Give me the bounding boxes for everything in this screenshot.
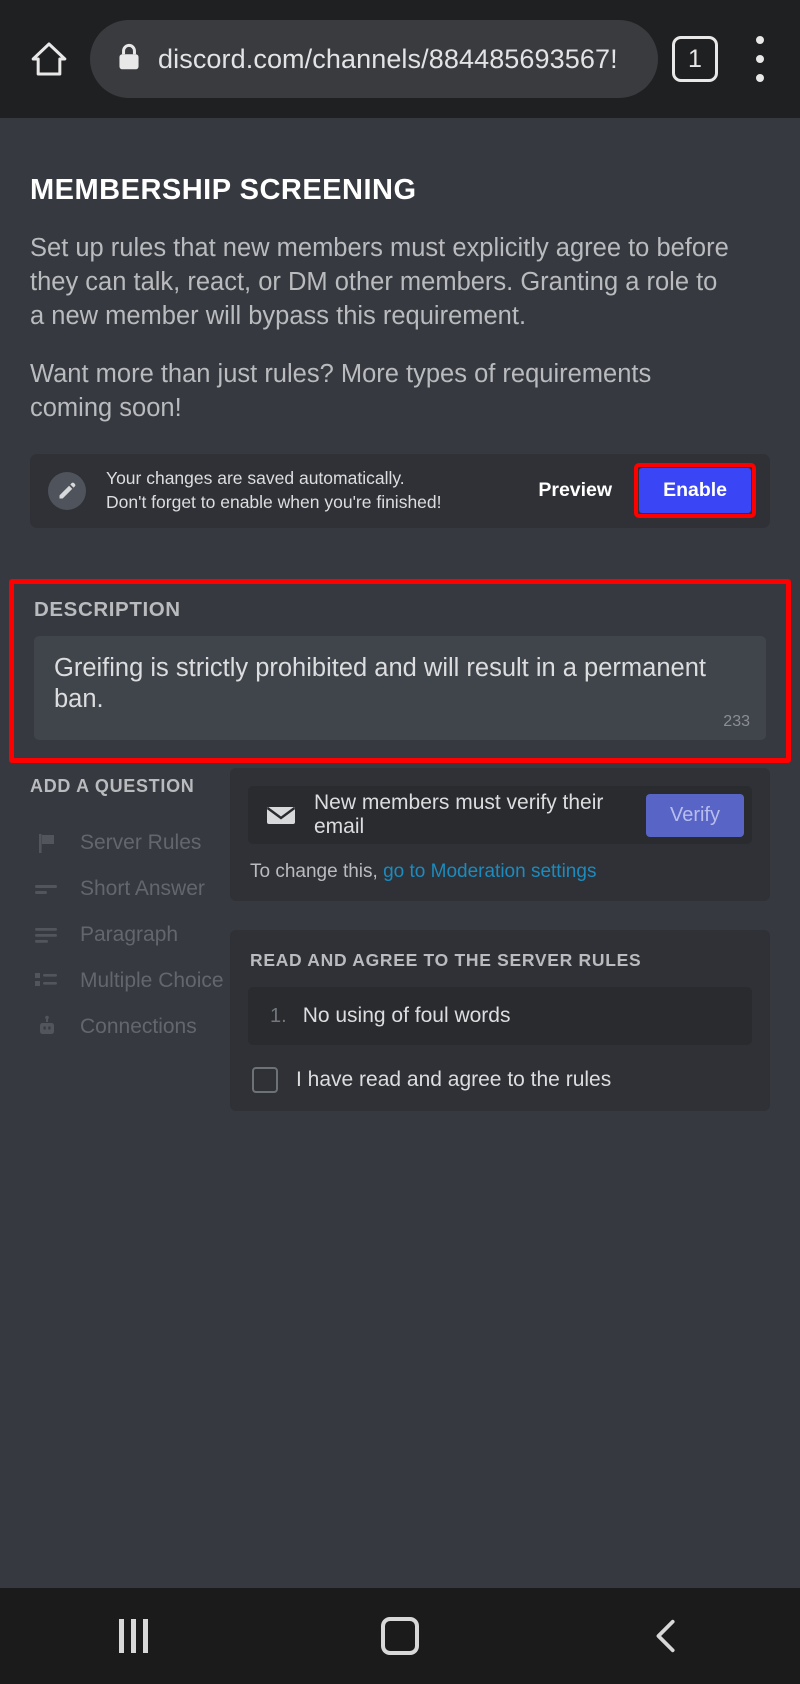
browser-toolbar: discord.com/channels/884485693567! 1 (0, 0, 800, 118)
list-icon (30, 968, 64, 994)
android-navigation-bar (0, 1588, 800, 1684)
recents-bar (130, 1619, 136, 1653)
moderation-settings-link[interactable]: go to Moderation settings (383, 861, 596, 882)
sidebar-item-server-rules[interactable]: Server Rules (30, 820, 230, 866)
browser-menu-button[interactable] (738, 31, 782, 87)
description-input[interactable]: Greifing is strictly prohibited and will… (34, 636, 766, 740)
save-notice-text: Your changes are saved automatically. Do… (106, 467, 538, 515)
robot-icon (30, 1014, 64, 1040)
email-verification-card: New members must verify their email Veri… (230, 768, 770, 901)
sidebar-item-label: Multiple Choice (80, 969, 224, 992)
rule-row: 1. No using of foul words (248, 987, 752, 1045)
moderation-settings-line: To change this, go to Moderation setting… (248, 861, 752, 883)
sidebar-item-short-answer[interactable]: Short Answer (30, 866, 230, 912)
phone-screen: discord.com/channels/884485693567! 1 MEM… (0, 0, 800, 1684)
email-requirement-label: New members must verify their email (314, 791, 604, 838)
recents-icon (118, 1619, 148, 1653)
back-chevron-icon (656, 1619, 675, 1653)
sidebar-item-paragraph[interactable]: Paragraph (30, 912, 230, 958)
save-notice-line2: Don't forget to enable when you're finis… (106, 491, 442, 512)
short-answer-icon (30, 876, 64, 902)
rule-number: 1. (270, 1004, 287, 1027)
preview-button[interactable]: Preview (538, 479, 612, 502)
home-icon (31, 42, 67, 76)
flag-icon (30, 830, 64, 856)
page-description-1: Set up rules that new members must expli… (30, 234, 729, 330)
url-text: discord.com/channels/884485693567! (158, 43, 618, 74)
enable-button-highlight: Enable (634, 463, 756, 519)
home-square-icon (380, 1617, 419, 1655)
address-bar[interactable]: discord.com/channels/884485693567! (90, 20, 658, 98)
settings-page: MEMBERSHIP SCREENING Set up rules that n… (0, 118, 800, 1588)
sidebar-item-label: Connections (80, 1015, 197, 1038)
page-title: MEMBERSHIP SCREENING (30, 174, 417, 206)
sidebar-item-multiple-choice[interactable]: Multiple Choice (30, 958, 230, 1004)
tab-counter-button[interactable]: 1 (672, 36, 718, 82)
agree-checkbox[interactable] (252, 1067, 278, 1093)
enable-button[interactable]: Enable (639, 468, 751, 514)
server-rules-title: READ AND AGREE TO THE SERVER RULES (250, 950, 642, 970)
paragraph-icon (30, 922, 64, 948)
add-question-title: ADD A QUESTION (30, 776, 195, 796)
description-label: DESCRIPTION (34, 598, 181, 621)
email-requirement-row: New members must verify their email Veri… (248, 786, 752, 844)
page-description-2: Want more than just rules? More types of… (30, 359, 652, 422)
home-button[interactable] (345, 1601, 455, 1671)
back-button[interactable] (612, 1601, 722, 1671)
browser-home-button[interactable] (18, 28, 80, 90)
kebab-dot (756, 55, 764, 63)
sidebar-item-connections[interactable]: Connections (30, 1004, 230, 1050)
sidebar-item-label: Server Rules (80, 831, 202, 854)
description-section-highlight: DESCRIPTION Greifing is strictly prohibi… (9, 579, 791, 763)
verify-button[interactable]: Verify (645, 793, 744, 837)
agree-checkbox-row[interactable]: I have read and agree to the rules (248, 1067, 752, 1093)
agree-checkbox-label: I have read and agree to the rules (296, 1068, 612, 1091)
rule-text: No using of foul words (302, 1004, 511, 1027)
change-prefix-text: To change this, (250, 861, 384, 882)
lock-icon (116, 42, 142, 77)
kebab-menu-icon (756, 36, 764, 44)
kebab-dot (756, 74, 764, 82)
add-question-sidebar: ADD A QUESTION Server Rules Short Answer… (30, 768, 230, 1111)
description-value: Greifing is strictly prohibited and will… (54, 654, 706, 713)
save-notice-bar: Your changes are saved automatically. Do… (30, 453, 770, 528)
sidebar-item-label: Short Answer (80, 877, 205, 900)
pencil-icon (48, 471, 86, 510)
question-builder-area: ADD A QUESTION Server Rules Short Answer… (0, 768, 800, 1111)
envelope-icon (266, 804, 296, 826)
save-notice-line1: Your changes are saved automatically. (106, 467, 405, 488)
recents-bar (142, 1619, 148, 1653)
question-preview-column: New members must verify their email Veri… (230, 768, 770, 1111)
recents-button[interactable] (78, 1601, 188, 1671)
sidebar-item-label: Paragraph (80, 923, 179, 946)
server-rules-card: READ AND AGREE TO THE SERVER RULES 1. No… (230, 930, 770, 1111)
recents-bar (118, 1619, 124, 1653)
description-char-count: 233 (723, 713, 750, 730)
tab-count-label: 1 (688, 44, 702, 73)
